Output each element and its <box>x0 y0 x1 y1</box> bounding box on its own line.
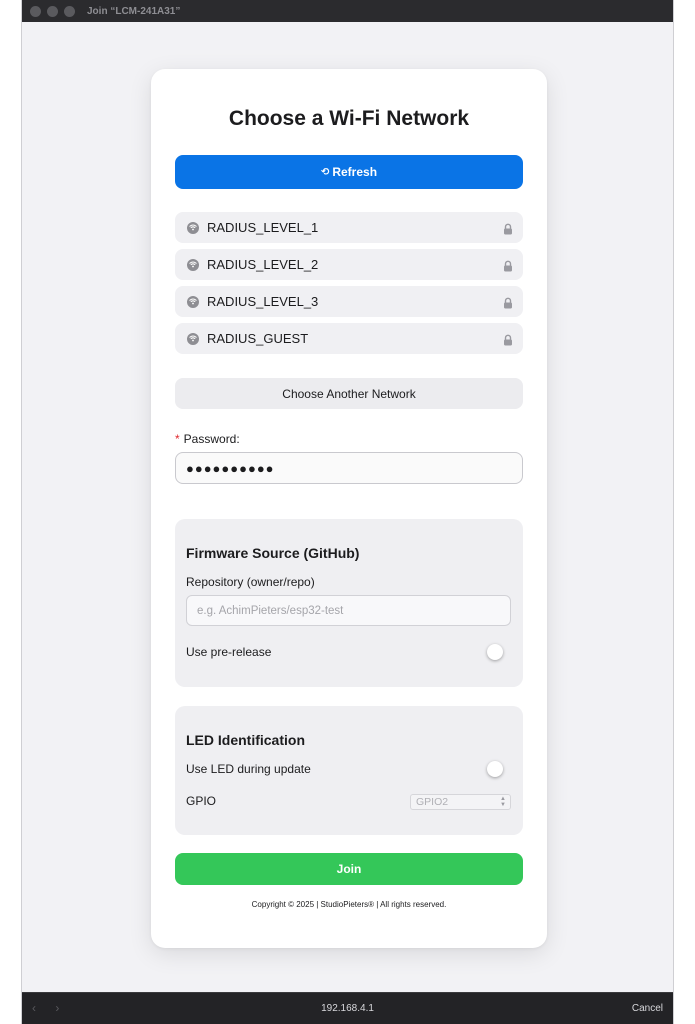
network-name: RADIUS_GUEST <box>207 331 309 346</box>
zoom-window-button[interactable] <box>64 5 75 17</box>
wifi-icon <box>187 221 199 234</box>
wifi-icon <box>187 295 199 308</box>
refresh-button[interactable]: ⟲ Refresh <box>175 155 523 189</box>
lock-icon <box>503 333 513 345</box>
firmware-source-title: Firmware Source (GitHub) <box>186 545 360 561</box>
led-identification-panel: LED Identification Use LED during update… <box>175 706 523 835</box>
choose-another-network-button[interactable]: Choose Another Network <box>175 378 523 409</box>
lock-icon <box>503 259 513 271</box>
use-led-toggle[interactable] <box>487 761 503 777</box>
lock-icon <box>503 222 513 234</box>
close-window-button[interactable] <box>30 5 41 17</box>
select-arrows-icon: ▲ ▼ <box>500 796 506 808</box>
network-name: RADIUS_LEVEL_2 <box>207 257 319 272</box>
network-name: RADIUS_LEVEL_1 <box>207 220 319 235</box>
lock-icon <box>503 296 513 308</box>
required-mark: * <box>175 432 180 446</box>
page-title: Choose a Wi-Fi Network <box>228 107 470 130</box>
prerelease-toggle[interactable] <box>487 644 503 660</box>
firmware-source-panel: Firmware Source (GitHub) Repository (own… <box>175 519 523 687</box>
window-title: Join “LCM-241A31” <box>87 5 181 17</box>
gpio-selected-value: GPIO2 <box>416 796 449 808</box>
join-button[interactable]: Join <box>175 853 523 885</box>
cancel-button[interactable]: Cancel <box>632 1003 663 1014</box>
password-input[interactable]: ●●●●●●●●●● <box>175 452 523 484</box>
browser-bottom-bar: ‹ › 192.168.4.1 Cancel <box>22 992 673 1024</box>
network-item[interactable]: RADIUS_GUEST <box>175 323 523 354</box>
password-label-text: Password: <box>183 432 240 446</box>
address-text: 192.168.4.1 <box>321 1003 374 1014</box>
use-led-label: Use LED during update <box>186 762 311 776</box>
network-name: RADIUS_LEVEL_3 <box>207 294 319 309</box>
network-item[interactable]: RADIUS_LEVEL_1 <box>175 212 523 243</box>
network-item[interactable]: RADIUS_LEVEL_2 <box>175 249 523 280</box>
browser-window: Join “LCM-241A31” Choose a Wi-Fi Network… <box>21 0 674 1024</box>
gpio-label: GPIO <box>186 794 217 808</box>
wifi-icon <box>187 332 199 345</box>
repository-label: Repository (owner/repo) <box>186 575 315 589</box>
refresh-label: Refresh <box>332 165 378 179</box>
network-item[interactable]: RADIUS_LEVEL_3 <box>175 286 523 317</box>
gpio-select[interactable]: GPIO2 ▲ ▼ <box>410 794 511 810</box>
led-identification-title: LED Identification <box>186 732 305 748</box>
repository-input[interactable]: e.g. AchimPieters/esp32-test <box>186 595 511 626</box>
prerelease-label: Use pre-release <box>186 645 272 659</box>
title-bar: Join “LCM-241A31” <box>22 0 673 22</box>
refresh-icon: ⟲ <box>320 166 330 178</box>
wifi-icon <box>187 258 199 271</box>
join-card: Choose a Wi-Fi Network ⟲ Refresh RADIUS_… <box>151 69 547 948</box>
copyright-text: Copyright © 2025 | StudioPieters® | All … <box>251 900 447 909</box>
password-label: * Password: <box>175 432 240 446</box>
minimize-window-button[interactable] <box>47 5 58 17</box>
